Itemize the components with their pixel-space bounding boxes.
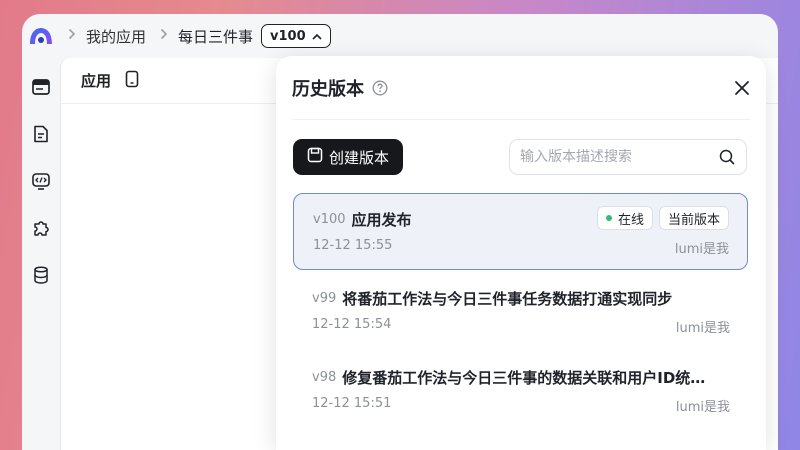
version-item-v100[interactable]: v100 应用发布 在线 当前版本 12-12 15:55 lumi是我: [293, 193, 748, 270]
code-monitor-icon[interactable]: [30, 170, 52, 192]
version-search-box[interactable]: [509, 139, 747, 175]
app-logo-icon[interactable]: [28, 26, 54, 46]
version-number: v100: [313, 212, 346, 227]
version-number: v98: [312, 370, 337, 385]
create-version-label: 创建版本: [328, 148, 389, 167]
chevron-right-icon: [68, 28, 76, 44]
status-badge: 在线: [596, 206, 653, 230]
version-search-input[interactable]: [520, 149, 718, 165]
left-sidebar: [22, 58, 60, 450]
version-item-v99[interactable]: v99 将番茄工作法与今日三件事任务数据打通实现同步 12-12 15:54 l…: [293, 273, 748, 350]
version-badge-label: v100: [270, 28, 306, 44]
help-circle-icon[interactable]: [372, 80, 388, 96]
version-title: 修复番茄工作法与今日三件事的数据关联和用户ID统…: [342, 369, 706, 387]
close-icon[interactable]: [732, 78, 752, 98]
top-bar: 我的应用 每日三件事 v100: [22, 14, 778, 58]
version-time: 12-12 15:54: [312, 317, 392, 332]
version-dropdown[interactable]: v100: [261, 24, 331, 48]
document-icon[interactable]: [30, 123, 52, 145]
panel-header: 历史版本: [292, 56, 750, 120]
version-title: 将番茄工作法与今日三件事任务数据打通实现同步: [342, 290, 673, 308]
database-icon[interactable]: [30, 264, 52, 286]
version-title: 应用发布: [351, 211, 412, 229]
breadcrumb-my-apps[interactable]: 我的应用: [86, 26, 146, 47]
history-version-panel: 历史版本 创建版本 v100 应用发布 在线 当前版本: [276, 56, 766, 450]
chevron-right-icon: [160, 28, 168, 44]
version-item-v98[interactable]: v98 修复番茄工作法与今日三件事的数据关联和用户ID统… 12-12 15:5…: [293, 352, 748, 429]
version-title-row: v99 将番茄工作法与今日三件事任务数据打通实现同步: [312, 288, 732, 309]
version-time: 12-12 15:51: [312, 396, 392, 411]
version-author: lumi是我: [674, 242, 729, 257]
version-badges: 在线 当前版本: [596, 206, 729, 230]
app-window-icon[interactable]: [30, 76, 52, 98]
chevron-up-icon: [312, 29, 322, 44]
version-author: lumi是我: [675, 400, 730, 415]
status-label: 在线: [617, 212, 644, 228]
current-version-label: 当前版本: [667, 212, 720, 228]
online-dot-icon: [605, 215, 612, 221]
breadcrumb-current-app[interactable]: 每日三件事: [178, 26, 253, 47]
version-author: lumi是我: [675, 321, 730, 336]
version-time: 12-12 15:55: [313, 238, 393, 253]
save-icon: [307, 147, 323, 167]
search-icon[interactable]: [718, 148, 736, 166]
mobile-preview-icon[interactable]: [125, 70, 139, 92]
current-version-badge: 当前版本: [658, 206, 729, 230]
tab-app[interactable]: 应用: [81, 70, 111, 91]
puzzle-plugin-icon[interactable]: [30, 217, 52, 239]
version-number: v99: [312, 291, 337, 306]
panel-title: 历史版本: [292, 78, 364, 100]
version-title-row: v98 修复番茄工作法与今日三件事的数据关联和用户ID统…: [312, 367, 732, 388]
create-version-button[interactable]: 创建版本: [293, 139, 403, 175]
